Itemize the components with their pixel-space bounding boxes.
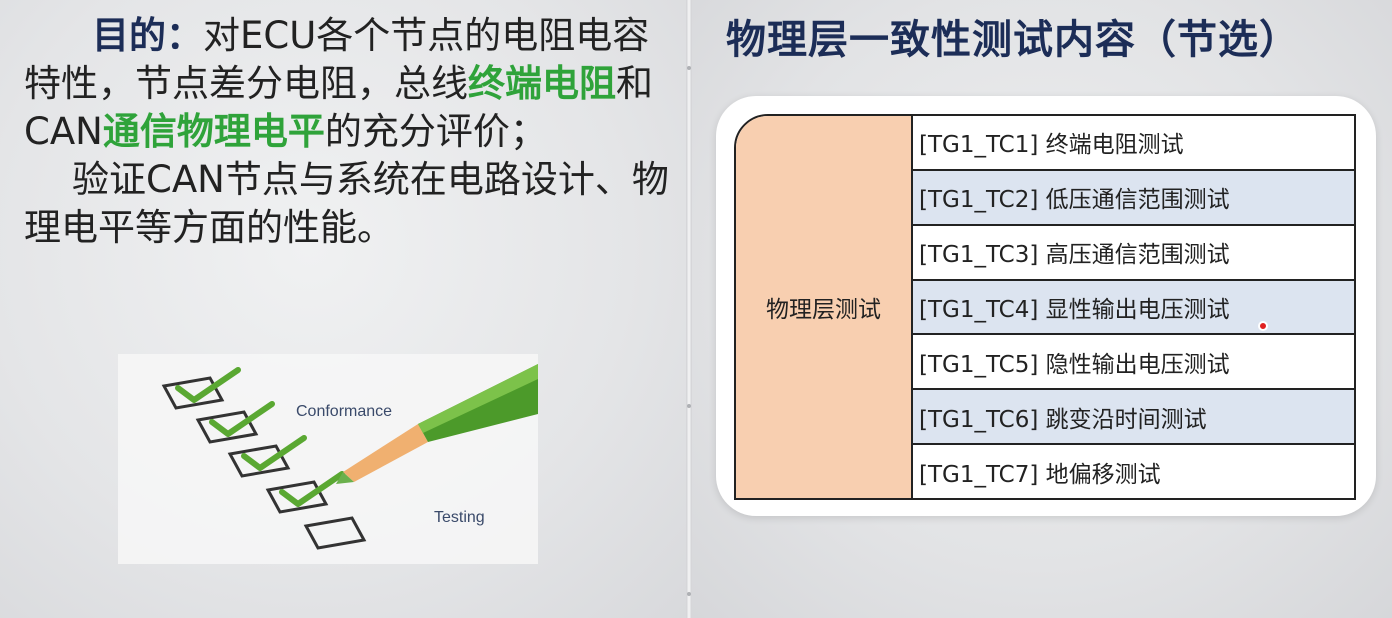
- pointer-cursor: [1258, 321, 1268, 331]
- conformance-label: Conformance: [296, 403, 392, 420]
- highlight-terminal-resistor: 终端电阻: [468, 62, 616, 105]
- book-spine: [686, 0, 692, 618]
- purpose-paragraph: 目的：对ECU各个节点的电阻电容特性，节点差分电阻，总线终端电阻和CAN通信物理…: [24, 12, 674, 252]
- purpose-text-3: 的充分评价；: [324, 110, 547, 153]
- table-row: [TG1_TC2] 低压通信范围测试: [913, 170, 1354, 226]
- table-row: [TG1_TC7] 地偏移测试: [919, 461, 1161, 488]
- test-items: [TG1_TC1] 终端电阻测试 [TG1_TC2] 低压通信范围测试 [TG1…: [913, 116, 1354, 498]
- table-row: [TG1_TC6] 跳变沿时间测试: [913, 390, 1354, 446]
- table-row: [TG1_TC3] 高压通信范围测试: [913, 226, 1354, 281]
- table-row: [TG1_TC4] 显性输出电压测试: [913, 280, 1354, 336]
- spine-dot: [687, 592, 691, 596]
- page-title: 物理层一致性测试内容（节选）: [726, 17, 1300, 63]
- testing-label: Testing: [434, 509, 485, 526]
- purpose-label: 目的：: [92, 14, 203, 57]
- checklist-pencil-illustration: Conformance Testing: [118, 354, 538, 564]
- table-row: [TG1_TC5] 隐性输出电压测试: [913, 335, 1354, 391]
- highlight-physical-level: 通信物理电平: [102, 110, 325, 153]
- table-row: [TG1_TC1] 终端电阻测试: [913, 116, 1354, 171]
- spine-dot: [687, 66, 691, 70]
- purpose-text-4: 验证CAN节点与系统在电路设计、物理电平等方面的性能。: [24, 158, 669, 249]
- test-content-table: 物理层测试 [TG1_TC1] 终端电阻测试 [TG1_TC2] 低压通信范围测…: [734, 114, 1356, 500]
- category-cell: 物理层测试: [736, 116, 913, 498]
- spine-dot: [687, 404, 691, 408]
